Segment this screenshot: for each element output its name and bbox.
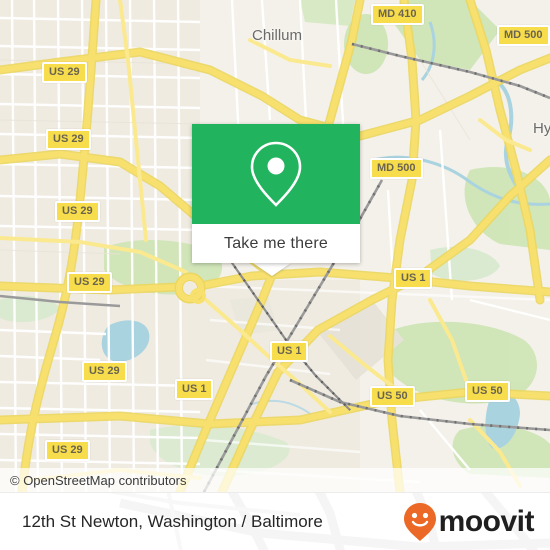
address-text: 12th St Newton, Washington / Baltimore [22, 512, 323, 531]
moovit-wordmark: moovit [438, 505, 535, 538]
road-shield-us-29: US 29 [67, 272, 112, 293]
attribution-text: © OpenStreetMap contributors [10, 472, 187, 488]
moovit-logo[interactable]: moovit [403, 493, 535, 550]
location-address: 12th St Newton, Washington / Baltimore [22, 493, 323, 550]
road-shield-us-29: US 29 [82, 361, 127, 382]
take-me-there-label: Take me there [224, 234, 328, 252]
road-shield-us-29: US 29 [46, 129, 91, 150]
place-label: Hy [533, 120, 550, 137]
road-shield-us-1: US 1 [270, 341, 309, 362]
road-shield-us-29: US 29 [42, 62, 87, 83]
road-shield-md-500: MD 500 [370, 158, 423, 179]
footer-bar: 12th St Newton, Washington / Baltimore m… [0, 492, 550, 550]
road-shield-us-50: US 50 [370, 386, 415, 407]
road-shield-md-410: MD 410 [371, 4, 424, 25]
place-label: Chillum [252, 27, 303, 44]
map-canvas[interactable]: Chillum Hy MD 410 MD 500 US 29 US 29 US … [0, 0, 550, 492]
map-pin-icon [250, 141, 302, 207]
popup-pointer [253, 263, 291, 276]
location-popup-card[interactable]: Take me there [192, 124, 360, 263]
road-shield-us-29: US 29 [55, 201, 100, 222]
road-shield-us-1: US 1 [175, 379, 214, 400]
moovit-smiley-pin-logo [403, 503, 436, 541]
popup-image-area [192, 124, 360, 224]
road-shield-us-29: US 29 [45, 440, 90, 461]
map-attribution: © OpenStreetMap contributors [0, 468, 550, 492]
road-shield-md-500: MD 500 [497, 25, 550, 46]
road-shield-us-50: US 50 [465, 381, 510, 402]
map-screenshot: Chillum Hy MD 410 MD 500 US 29 US 29 US … [0, 0, 550, 550]
popup-action-bar[interactable]: Take me there [192, 224, 360, 263]
road-shield-us-1: US 1 [394, 268, 433, 289]
